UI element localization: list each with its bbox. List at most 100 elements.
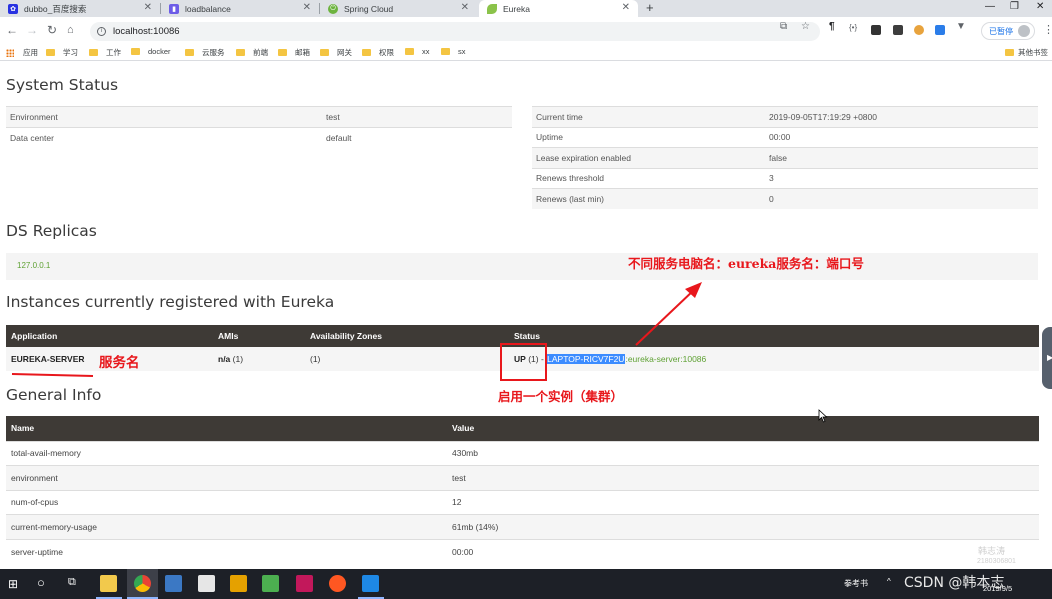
file-explorer-icon[interactable]	[100, 575, 117, 592]
annotation-cluster-note: 启用一个实例（集群）	[498, 389, 624, 404]
extension-icon[interactable]	[871, 25, 881, 35]
close-icon[interactable]: ✕	[303, 2, 311, 13]
column-header: Application	[6, 325, 213, 347]
table-key: Renews (last min)	[532, 188, 765, 209]
ds-replicas-title: DS Replicas	[6, 222, 97, 240]
annotation-service-name: 服务名	[99, 355, 140, 371]
app-icon[interactable]	[329, 575, 346, 592]
close-icon[interactable]: ✕	[461, 2, 469, 13]
amis-cell: n/a (1)	[213, 347, 305, 371]
baidu-paw-icon: ✿	[8, 3, 18, 14]
app-icon[interactable]	[362, 575, 379, 592]
url-text: localhost:10086	[113, 26, 180, 37]
filter-extension-icon[interactable]: ▼	[956, 21, 966, 32]
bookmark-apps[interactable]: 应用	[6, 47, 38, 58]
chrome-icon[interactable]	[134, 575, 151, 592]
zones-cell: (1)	[305, 347, 509, 371]
table-row: Lease expiration enabled false	[532, 147, 1038, 168]
profile-paused-button[interactable]: 已暂停	[981, 22, 1035, 40]
close-icon[interactable]: ✕	[144, 2, 152, 13]
code-extension-icon[interactable]: {•}	[849, 23, 857, 32]
extension-icon[interactable]	[893, 25, 903, 35]
bookmark-folder[interactable]: 学习	[46, 47, 78, 58]
windows-start-icon[interactable]: ⊞	[8, 577, 18, 591]
app-icon[interactable]	[230, 575, 247, 592]
replica-link[interactable]: 127.0.0.1	[17, 261, 50, 270]
tab-loadbalance[interactable]: ▮ loadbalance ✕	[161, 0, 319, 17]
tab-label: dubbo_百度搜索	[24, 3, 87, 14]
intellij-idea-icon[interactable]	[296, 575, 313, 592]
profile-label: 已暂停	[989, 26, 1013, 36]
info-name: num-of-cpus	[6, 489, 447, 515]
table-value: false	[765, 147, 1038, 168]
table-key: Current time	[532, 106, 765, 127]
bookmark-folder[interactable]: 工作	[89, 47, 121, 58]
extension-icon[interactable]	[935, 25, 945, 35]
watermark-id: 2180306801	[977, 558, 1016, 565]
bookmark-star-icon[interactable]: ☆	[801, 21, 810, 32]
restore-button[interactable]: ❐	[1010, 0, 1019, 14]
app-icon[interactable]	[165, 575, 182, 592]
folder-icon	[236, 49, 245, 56]
table-row: Renews (last min) 0	[532, 188, 1038, 209]
side-panel-toggle[interactable]: ▶	[1042, 327, 1052, 389]
table-row: total-avail-memory 430mb	[6, 440, 1039, 466]
table-key: Data center	[6, 126, 322, 148]
typora-icon[interactable]	[198, 575, 215, 592]
home-icon[interactable]: ⌂	[67, 23, 74, 37]
address-bar[interactable]: i localhost:10086	[90, 22, 820, 41]
bookmark-other[interactable]: 其他书签	[1005, 47, 1048, 58]
new-tab-button[interactable]: +	[646, 0, 654, 16]
bookmark-label: sx	[458, 47, 466, 56]
close-icon[interactable]: ✕	[622, 2, 630, 13]
instance-link[interactable]: :eureka-server:10086	[625, 354, 706, 364]
back-arrow-icon[interactable]: ←	[6, 23, 18, 37]
browser-tab-strip: ✿ dubbo_百度搜索 ✕ ▮ loadbalance ✕ ⏻ Spring …	[0, 0, 1052, 17]
bookmark-folder[interactable]: 云服务	[185, 47, 225, 58]
notepad-icon[interactable]	[262, 575, 279, 592]
info-icon[interactable]: i	[97, 27, 106, 36]
bookmark-folder[interactable]: 邮箱	[278, 47, 310, 58]
bookmark-label: 应用	[23, 48, 38, 57]
instance-link-selected[interactable]: LAPTOP-RICV7F2U	[546, 354, 626, 364]
general-info-table: Name Value total-avail-memory 430mb envir…	[6, 416, 1039, 564]
bookmark-folder[interactable]: docker	[131, 47, 171, 56]
bookmark-folder[interactable]: sx	[441, 47, 466, 56]
info-value: 12	[447, 489, 1039, 515]
menu-kebab-icon[interactable]: ⋮	[1043, 23, 1052, 36]
task-view-icon[interactable]: ⧉	[68, 576, 76, 589]
paragraph-extension-icon[interactable]: ¶	[829, 21, 835, 32]
bookmark-folder[interactable]: xx	[405, 47, 430, 56]
minimize-button[interactable]: —	[985, 0, 995, 14]
bookmark-folder[interactable]: 权限	[362, 47, 394, 58]
bookmark-label: 前端	[253, 48, 268, 57]
cookie-extension-icon[interactable]	[914, 25, 924, 35]
info-value: 00:00	[447, 538, 1039, 564]
table-row: current-memory-usage 61mb (14%)	[6, 514, 1039, 540]
ime-toolbar-label[interactable]: 拳考书	[844, 578, 868, 589]
bookmark-folder[interactable]: 网关	[320, 47, 352, 58]
tab-dubbo[interactable]: ✿ dubbo_百度搜索 ✕	[0, 0, 160, 17]
amis-value: n/a	[218, 354, 231, 364]
tab-spring-cloud[interactable]: ⏻ Spring Cloud ✕	[320, 0, 477, 17]
window-close-button[interactable]: ✕	[1036, 0, 1044, 14]
tab-label: Spring Cloud	[344, 3, 394, 14]
tab-eureka[interactable]: Eureka ✕	[479, 0, 638, 17]
forward-arrow-icon[interactable]: →	[26, 23, 38, 37]
windows-taskbar: ⊞ ○ ⧉ 拳考书 ^ 2019/9/5	[0, 569, 1052, 599]
table-row: Environment test	[6, 106, 512, 127]
search-icon[interactable]: ○	[37, 575, 45, 590]
watermark-name: 韩志涛	[978, 546, 1006, 556]
table-row: Data center default	[6, 126, 512, 148]
bookmark-label: xx	[422, 47, 430, 56]
table-key: Uptime	[532, 126, 765, 148]
chevron-up-icon[interactable]: ^	[887, 577, 891, 586]
spring-leaf-icon: ⏻	[328, 3, 338, 14]
table-key: Renews threshold	[532, 167, 765, 189]
translate-icon[interactable]: ⧉	[780, 21, 787, 32]
bookmark-label: 云服务	[202, 48, 225, 57]
folder-icon	[46, 49, 55, 56]
reload-icon[interactable]: ↻	[47, 23, 57, 37]
bookmark-folder[interactable]: 前端	[236, 47, 268, 58]
apps-grid-icon	[6, 48, 14, 57]
